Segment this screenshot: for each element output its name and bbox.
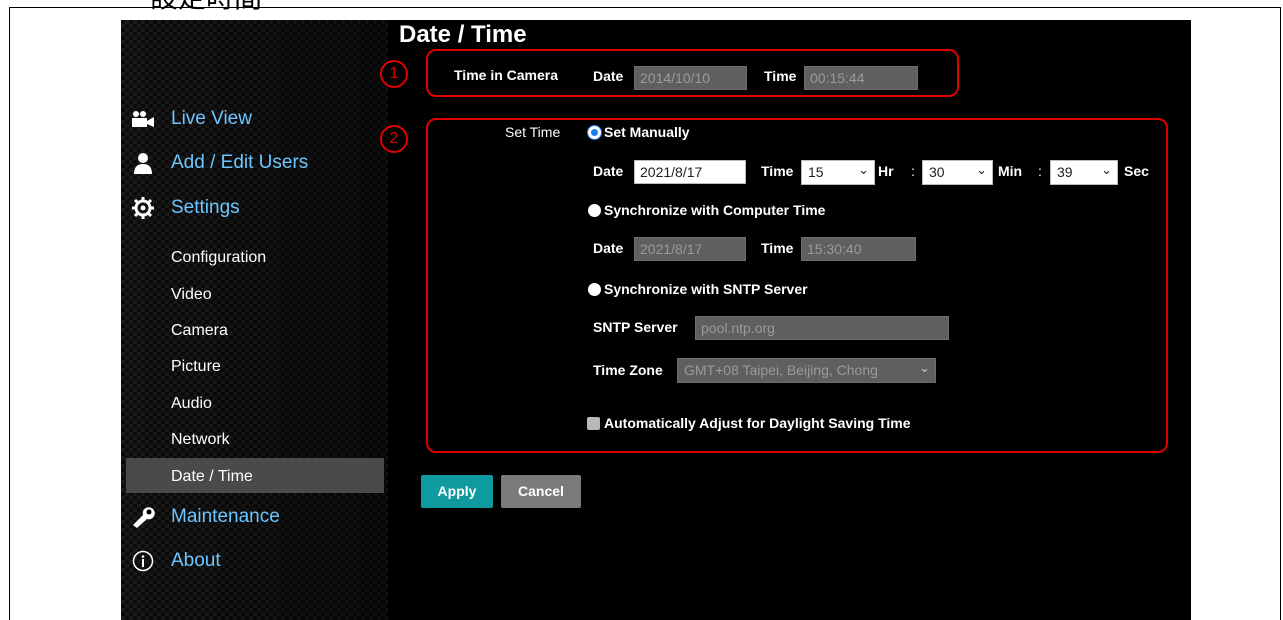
chevron-down-icon: ⌄ <box>1101 162 1112 177</box>
manual-time-label: Time <box>761 163 794 179</box>
camera-web-ui: Live View Add / Edit Users Settings Conf… <box>121 20 1191 620</box>
sidebar-sub-configuration[interactable]: Configuration <box>171 249 266 267</box>
info-icon <box>129 549 157 573</box>
sidebar-sub-picture[interactable]: Picture <box>171 358 221 376</box>
second-select[interactable]: 39 ⌄ <box>1050 160 1118 185</box>
set-manually-label[interactable]: Set Manually <box>604 124 690 140</box>
sidebar-sub-audio[interactable]: Audio <box>171 395 212 413</box>
sidebar-sub-date-time[interactable]: Date / Time <box>171 468 253 486</box>
sidebar-sub-network[interactable]: Network <box>171 431 230 449</box>
time-zone-label: Time Zone <box>593 362 663 378</box>
sidebar-item-label: Maintenance <box>171 506 280 527</box>
sidebar-item-label: Settings <box>171 197 240 218</box>
dst-checkbox[interactable] <box>587 417 600 430</box>
computer-time-label: Time <box>761 240 794 256</box>
min-label: Min <box>998 163 1023 179</box>
sntp-server-field[interactable]: pool.ntp.org <box>695 316 949 340</box>
time-separator: : <box>911 163 915 179</box>
video-camera-icon <box>129 107 157 131</box>
sync-sntp-label[interactable]: Synchronize with SNTP Server <box>604 281 808 297</box>
time-separator: : <box>1038 163 1042 179</box>
chevron-down-icon: ⌄ <box>858 162 869 177</box>
sidebar-item-maintenance[interactable]: Maintenance <box>121 505 280 529</box>
sntp-server-label: SNTP Server <box>593 319 678 335</box>
camera-date-field: 2014/10/10 <box>634 66 747 90</box>
sidebar-item-about[interactable]: About <box>121 549 221 573</box>
set-manually-radio[interactable] <box>588 126 601 139</box>
camera-date-label: Date <box>593 68 624 84</box>
minute-value: 30 <box>929 164 945 180</box>
camera-time-field: 00:15:44 <box>804 66 918 90</box>
time-zone-value: GMT+08 Taipei, Beijing, Chong <box>684 362 878 378</box>
gear-icon <box>129 196 157 220</box>
minute-select[interactable]: 30 ⌄ <box>922 160 993 185</box>
dst-label[interactable]: Automatically Adjust for Daylight Saving… <box>604 415 911 431</box>
sidebar-active-highlight <box>126 458 384 493</box>
sync-computer-radio[interactable] <box>588 204 601 217</box>
set-time-label: Set Time <box>505 124 561 140</box>
time-in-camera-label: Time in Camera <box>454 67 559 83</box>
computer-date-label: Date <box>593 240 624 256</box>
hour-select[interactable]: 15 ⌄ <box>801 160 875 185</box>
hr-label: Hr <box>878 163 894 179</box>
manual-date-field[interactable]: 2021/8/17 <box>634 160 746 184</box>
sidebar-item-label: Add / Edit Users <box>171 152 309 173</box>
chevron-down-icon: ⌄ <box>976 162 987 177</box>
hour-value: 15 <box>808 164 824 180</box>
apply-button[interactable]: Apply <box>421 475 493 508</box>
camera-time-label: Time <box>764 68 797 84</box>
page-title: Date / Time <box>399 21 527 48</box>
annotation-marker-2: 2 <box>380 125 408 153</box>
computer-date-field: 2021/8/17 <box>634 237 746 261</box>
sidebar-sub-camera[interactable]: Camera <box>171 322 228 340</box>
sync-computer-label[interactable]: Synchronize with Computer Time <box>604 202 825 218</box>
annotation-marker-1: 1 <box>380 60 408 88</box>
user-icon <box>129 151 157 175</box>
wrench-icon <box>129 505 157 529</box>
computer-time-field: 15:30:40 <box>801 237 916 261</box>
manual-date-label: Date <box>593 163 624 179</box>
time-zone-select[interactable]: GMT+08 Taipei, Beijing, Chong ⌄ <box>677 358 936 383</box>
sync-sntp-radio[interactable] <box>588 283 601 296</box>
sec-label: Sec <box>1124 163 1149 179</box>
sidebar-item-label: About <box>171 550 221 571</box>
sidebar-sub-video[interactable]: Video <box>171 286 212 304</box>
sidebar-item-add-edit-users[interactable]: Add / Edit Users <box>121 151 308 175</box>
sidebar-item-label: Live View <box>171 108 252 129</box>
cancel-button[interactable]: Cancel <box>501 475 581 508</box>
sidebar-item-settings[interactable]: Settings <box>121 196 240 220</box>
chevron-down-icon: ⌄ <box>919 360 930 375</box>
second-value: 39 <box>1057 164 1073 180</box>
document-heading: 設定時間 <box>150 0 262 16</box>
sidebar-item-live-view[interactable]: Live View <box>121 107 252 131</box>
